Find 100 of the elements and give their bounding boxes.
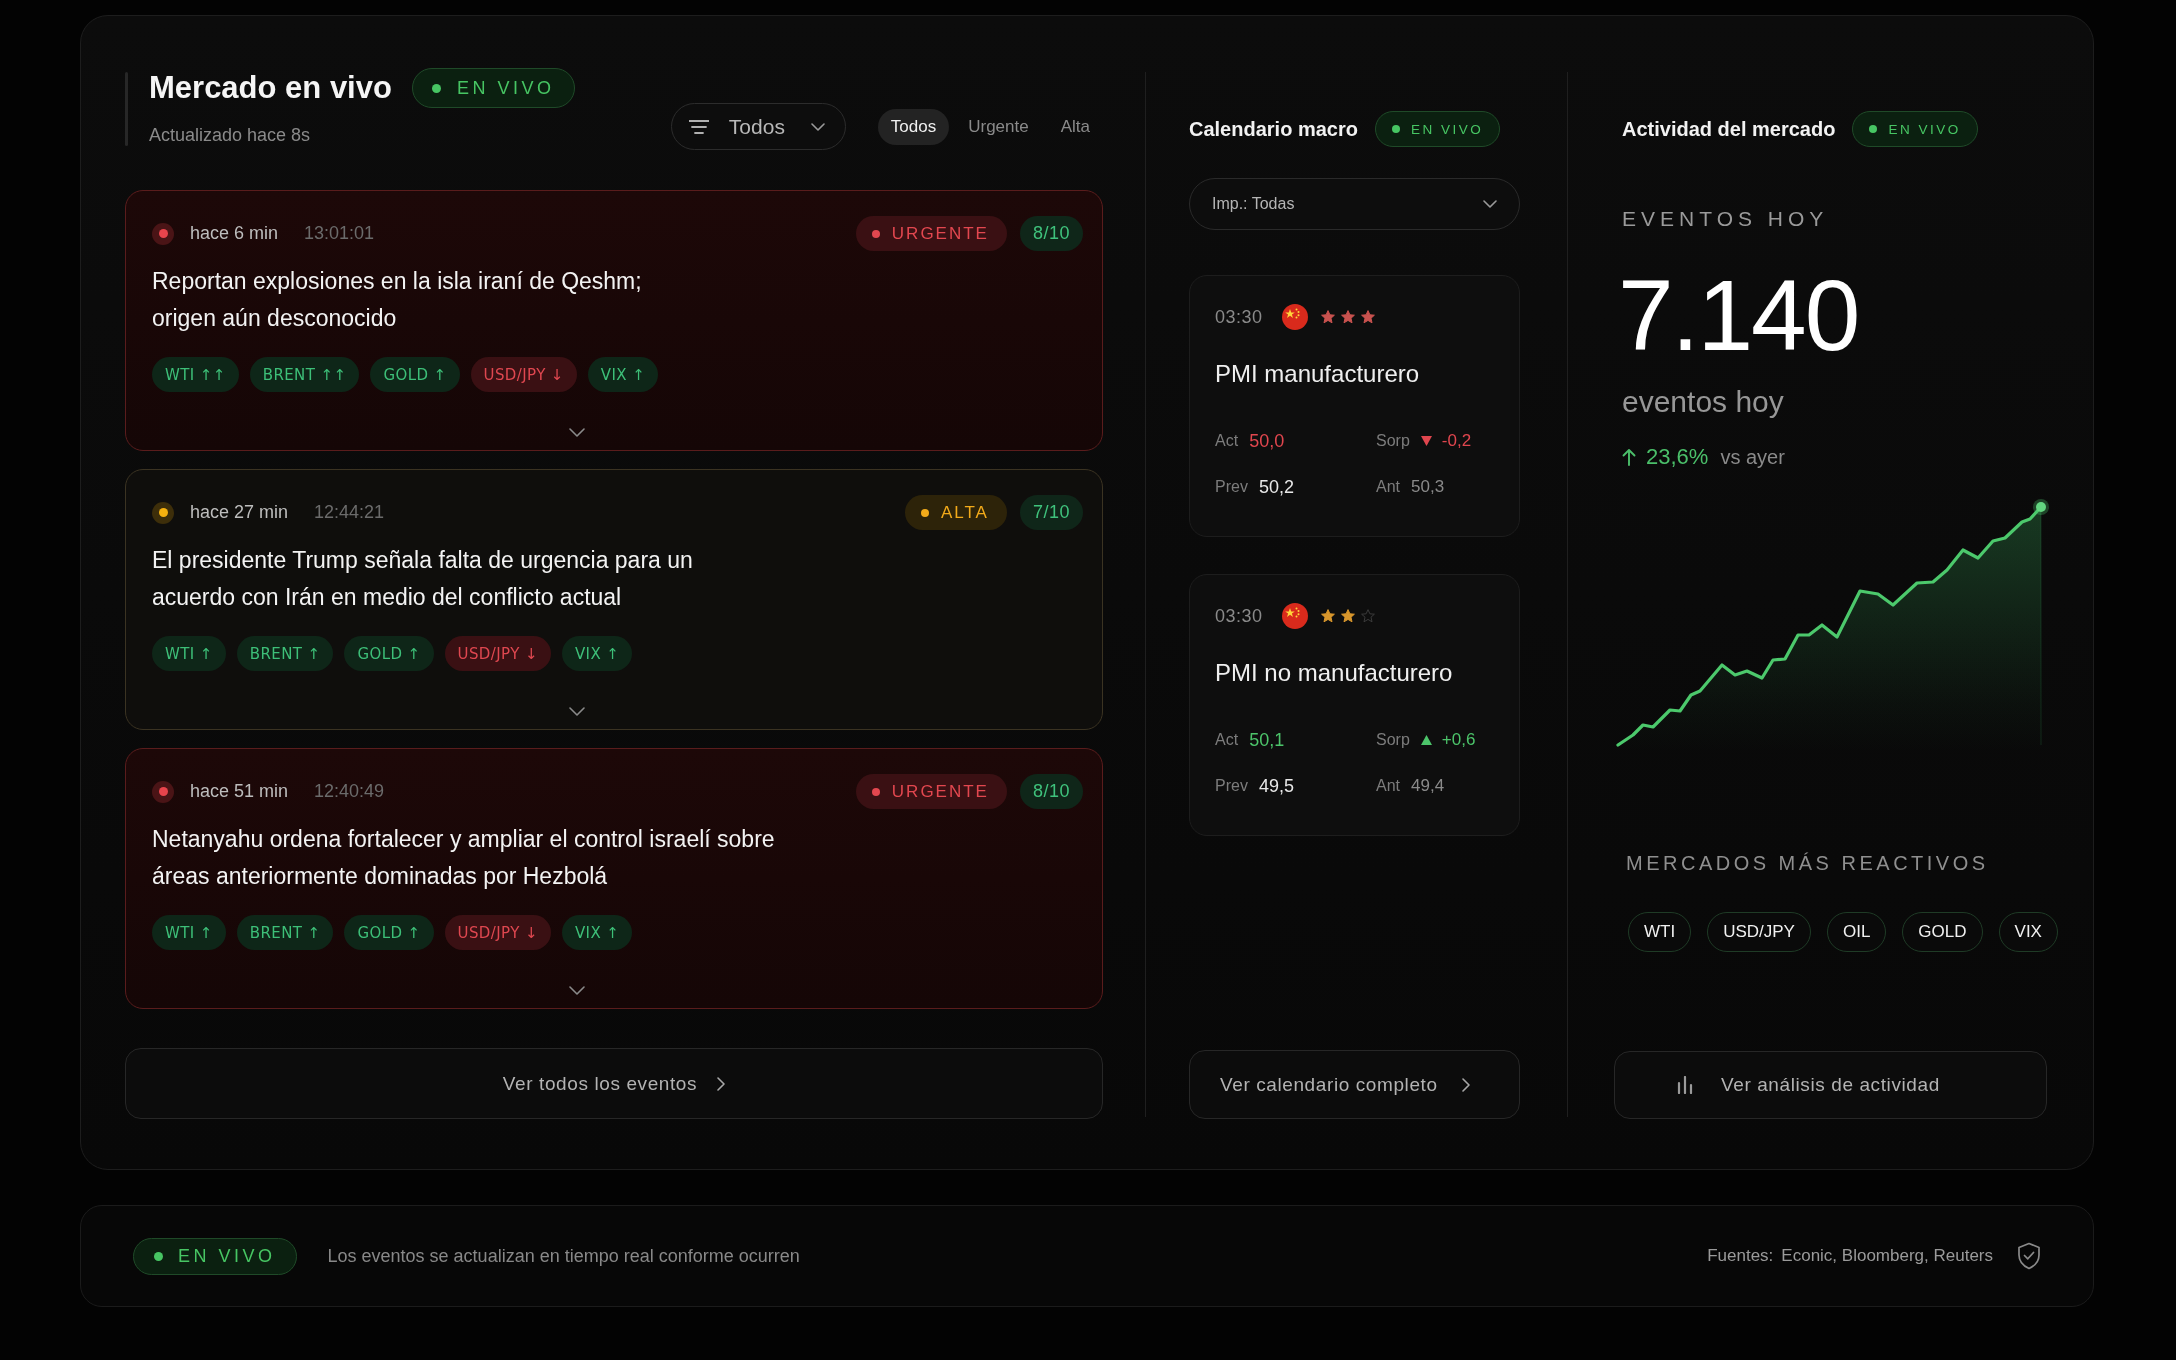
market-tag: BRENT ↑↑ xyxy=(249,357,360,392)
star-icon xyxy=(1340,609,1355,623)
impact-score: 7/10 xyxy=(1019,495,1083,530)
live-label: EN VIVO xyxy=(1410,121,1484,137)
status-dot-icon xyxy=(152,222,174,245)
actual-label: Act xyxy=(1215,432,1239,450)
priority-label: URGENTE xyxy=(891,781,989,802)
priority-dot-icon xyxy=(871,787,880,796)
star-icon xyxy=(1340,310,1355,324)
sources-list: Econic, Bloomberg, Reuters xyxy=(1781,1246,1993,1266)
market-tag: WTI ↑↑ xyxy=(152,357,239,392)
status-dot-icon xyxy=(152,780,174,803)
impact-score: 8/10 xyxy=(1019,216,1083,251)
chevron-down-icon xyxy=(810,122,825,131)
forecast-value: 49,5 xyxy=(1258,775,1294,797)
market-tag: GOLD ↑ xyxy=(344,636,434,671)
shield-check-icon xyxy=(2017,1242,2041,1270)
market-tag: USD/JPY ↓ xyxy=(444,915,551,950)
change-value: 23,6% xyxy=(1646,444,1709,470)
event-headline: El presidente Trump señala falta de urgencia para un acuerdo con Irán en medio del conflicto actual xyxy=(152,546,694,612)
actual-label: Act xyxy=(1215,731,1239,749)
star-icon xyxy=(1360,609,1375,623)
market-chip[interactable]: GOLD xyxy=(1902,912,1983,952)
live-dot-icon xyxy=(1869,125,1878,133)
previous-value: 50,3 xyxy=(1411,477,1445,497)
event-time: 12:40:49 xyxy=(314,781,385,802)
update-status: Actualizado hace 8s xyxy=(149,124,312,146)
filter-tab[interactable]: Todos xyxy=(877,108,950,145)
filter-icon xyxy=(688,119,709,134)
change-caption: vs ayer xyxy=(1720,445,1785,469)
market-tag: VIX ↑ xyxy=(561,636,633,671)
market-tag: VIX ↑ xyxy=(561,915,633,950)
event-age: hace 6 min xyxy=(190,223,279,244)
view-analysis-button[interactable]: Ver análisis de actividad xyxy=(1614,1051,2047,1119)
chevron-down-icon[interactable] xyxy=(569,986,585,995)
live-label: EN VIVO xyxy=(1888,121,1961,137)
filter-dropdown[interactable]: Todos xyxy=(670,103,846,150)
section-label: MERCADOS MÁS REACTIVOS xyxy=(1626,851,1990,875)
actual-value: 50,1 xyxy=(1249,729,1285,751)
live-dot-icon xyxy=(1391,125,1400,133)
market-tag: VIX ↑ xyxy=(587,357,659,392)
market-tag: USD/JPY ↓ xyxy=(444,636,551,671)
event-time: 03:30 xyxy=(1215,306,1263,328)
market-tag: WTI ↑ xyxy=(152,636,226,671)
event-count-caption: eventos hoy xyxy=(1622,384,1785,420)
section-title: Actividad del mercado xyxy=(1622,117,1836,141)
surprise-value: +0,6 xyxy=(1441,730,1476,750)
priority-dot-icon xyxy=(871,229,880,238)
market-chip[interactable]: OIL xyxy=(1826,912,1887,952)
flag-icon xyxy=(1281,304,1308,330)
event-age: hace 27 min xyxy=(190,502,289,523)
filter-tab[interactable]: Alta xyxy=(1047,108,1103,145)
footer-message: Los eventos se actualizan en tiempo real conforme ocurren xyxy=(327,1245,800,1267)
flag-icon xyxy=(1281,603,1308,629)
chevron-down-icon xyxy=(1483,200,1497,208)
panel-title: Mercado en vivo xyxy=(149,69,392,107)
priority-label: ALTA xyxy=(940,502,989,523)
event-headline: Netanyahu ordena fortalecer y ampliar el control israelí sobre áreas anteriormente dominadas por Hezbolá xyxy=(152,825,776,891)
live-label: EN VIVO xyxy=(456,77,555,99)
section-title: Calendario macro xyxy=(1189,117,1358,141)
market-chip[interactable]: WTI xyxy=(1628,912,1692,952)
priority-dot-icon xyxy=(920,508,929,517)
bar-chart-icon xyxy=(1677,1076,1693,1094)
sources-label: Fuentes: xyxy=(1707,1246,1774,1266)
surprise-label: Sorp xyxy=(1376,432,1410,450)
view-calendar-button[interactable]: Ver calendario completo xyxy=(1189,1050,1520,1119)
event-count: 7.140 xyxy=(1618,265,1860,365)
surprise-value: -0,2 xyxy=(1441,431,1472,451)
market-tag: BRENT ↑ xyxy=(236,636,334,671)
event-title: PMI no manufacturero xyxy=(1215,658,1454,688)
chevron-down-icon[interactable] xyxy=(569,707,585,716)
star-icon xyxy=(1320,609,1335,623)
metric-label: EVENTOS HOY xyxy=(1622,207,1830,231)
chevron-right-icon xyxy=(1461,1077,1470,1092)
market-chip[interactable]: USD/JPY xyxy=(1707,912,1811,952)
previous-label: Ant xyxy=(1376,777,1400,795)
event-title: PMI manufacturero xyxy=(1215,359,1421,389)
market-tag: GOLD ↑ xyxy=(370,357,460,392)
star-icon xyxy=(1360,310,1375,324)
star-icon xyxy=(1320,310,1335,324)
chevron-down-icon[interactable] xyxy=(569,428,585,437)
event-age: hace 51 min xyxy=(190,781,289,802)
market-chip[interactable]: VIX xyxy=(1998,912,2058,952)
filter-tab[interactable]: Urgente xyxy=(955,108,1042,145)
forecast-value: 50,2 xyxy=(1258,476,1294,498)
chevron-right-icon xyxy=(717,1076,726,1091)
previous-value: 49,4 xyxy=(1411,776,1445,796)
status-dot-icon xyxy=(152,501,174,524)
live-dot-icon xyxy=(154,1251,163,1261)
view-all-events-button[interactable]: Ver todos los eventos xyxy=(125,1048,1103,1119)
forecast-label: Prev xyxy=(1215,777,1248,795)
market-tag: USD/JPY ↓ xyxy=(470,357,577,392)
importance-dropdown[interactable]: Imp.: Todas xyxy=(1189,178,1520,230)
event-time: 12:44:21 xyxy=(314,502,385,523)
live-label: EN VIVO xyxy=(178,1245,276,1267)
market-tag: BRENT ↑ xyxy=(236,915,334,950)
event-time: 13:01:01 xyxy=(304,223,375,244)
event-time: 03:30 xyxy=(1215,605,1263,627)
priority-label: URGENTE xyxy=(891,223,989,244)
actual-value: 50,0 xyxy=(1249,430,1285,452)
